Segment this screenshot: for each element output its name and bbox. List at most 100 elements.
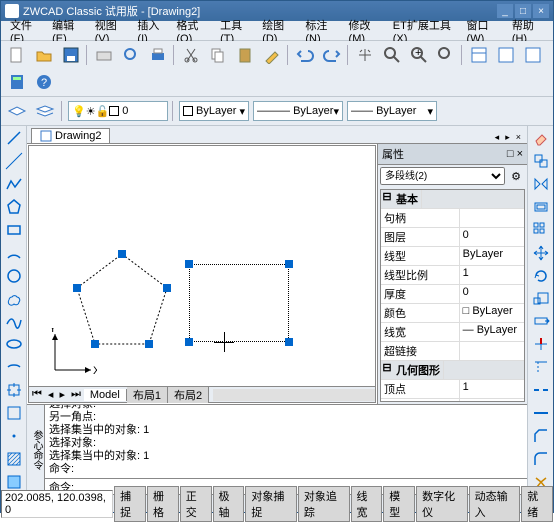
open-icon[interactable] bbox=[32, 43, 56, 67]
prop-row[interactable]: 标高0 bbox=[381, 399, 524, 402]
command-window: 参心命令 需要点或全部(ALL)/增添(A)/除去(R)/前次(P)/上次(L)… bbox=[27, 404, 527, 494]
svg-text:Y: Y bbox=[49, 328, 57, 335]
cut-icon[interactable] bbox=[179, 43, 203, 67]
status-toggle[interactable]: 捕捉 bbox=[114, 486, 146, 522]
scale-icon[interactable] bbox=[530, 288, 552, 309]
stretch-icon[interactable] bbox=[530, 311, 552, 332]
move-icon[interactable] bbox=[530, 242, 552, 263]
tab-close-icon[interactable]: × bbox=[514, 132, 523, 143]
plot-icon[interactable] bbox=[92, 43, 116, 67]
layer1-icon[interactable] bbox=[5, 99, 29, 123]
hatch-icon[interactable] bbox=[3, 448, 25, 469]
trim-icon[interactable] bbox=[530, 334, 552, 355]
help-icon[interactable]: ? bbox=[32, 70, 56, 94]
tab-layout1[interactable]: 布局1 bbox=[127, 387, 168, 403]
paste-icon[interactable] bbox=[233, 43, 257, 67]
join-icon[interactable] bbox=[530, 403, 552, 424]
quickselect-icon[interactable]: ⚙ bbox=[507, 167, 525, 185]
main-toolbar: + ? bbox=[1, 41, 553, 97]
print-icon[interactable] bbox=[146, 43, 170, 67]
status-toggle[interactable]: 模型 bbox=[383, 486, 415, 522]
point-icon[interactable] bbox=[3, 425, 25, 446]
status-toggle[interactable]: 数字化仪 bbox=[416, 486, 468, 522]
layer-toolbar: 💡☀🔓0 ByLayer▾ ——— ByLayer▾ —— ByLayer▾ bbox=[1, 97, 553, 126]
prop-row[interactable]: 颜色□ ByLayer bbox=[381, 304, 524, 323]
tab-right-icon[interactable]: ▸ bbox=[503, 132, 512, 143]
layer-state-combo[interactable]: 💡☀🔓0 bbox=[68, 101, 168, 121]
designcenter-icon[interactable] bbox=[494, 43, 518, 67]
status-toggle[interactable]: 对象捕捉 bbox=[245, 486, 297, 522]
pline-icon[interactable] bbox=[3, 174, 25, 195]
status-toggle[interactable]: 动态输入 bbox=[469, 486, 521, 522]
status-toggle[interactable]: 栅格 bbox=[147, 486, 179, 522]
status-toggle[interactable]: 就绪 bbox=[521, 486, 553, 522]
props-selection-combo[interactable]: 多段线(2) bbox=[380, 167, 505, 185]
prop-row[interactable]: 厚度0 bbox=[381, 285, 524, 304]
hscroll[interactable] bbox=[213, 389, 375, 401]
zoom-icon[interactable] bbox=[380, 43, 404, 67]
status-toggle[interactable]: 线宽 bbox=[351, 486, 383, 522]
line-icon[interactable] bbox=[3, 128, 25, 149]
calc-icon[interactable] bbox=[5, 70, 29, 94]
props-close-icon[interactable]: □ × bbox=[507, 148, 523, 160]
tab-drawing2[interactable]: Drawing2 bbox=[31, 128, 110, 143]
pan-icon[interactable] bbox=[353, 43, 377, 67]
prop-row[interactable]: 图层0 bbox=[381, 228, 524, 247]
tab-model[interactable]: Model bbox=[84, 389, 127, 401]
zoom-window-icon[interactable]: + bbox=[407, 43, 431, 67]
arc-icon[interactable] bbox=[3, 242, 25, 263]
save-icon[interactable] bbox=[59, 43, 83, 67]
ellipse-icon[interactable] bbox=[3, 334, 25, 355]
tab-left-icon[interactable]: ◂ bbox=[493, 132, 502, 143]
mirror-icon[interactable] bbox=[530, 174, 552, 195]
redo-icon[interactable] bbox=[320, 43, 344, 67]
break-icon[interactable] bbox=[530, 380, 552, 401]
status-bar: 202.0085, 120.0398, 0 捕捉栅格正交极轴对象捕捉对象追踪线宽… bbox=[1, 494, 553, 512]
svg-text:+: + bbox=[415, 47, 421, 59]
lineweight-combo[interactable]: —— ByLayer▾ bbox=[347, 101, 437, 121]
command-history[interactable]: 需要点或全部(ALL)/增添(A)/除去(R)/前次(P)/上次(L)/窗口(W… bbox=[45, 405, 527, 478]
rect-icon[interactable] bbox=[3, 220, 25, 241]
toolpal-icon[interactable] bbox=[521, 43, 545, 67]
ellipsearc-icon[interactable] bbox=[3, 357, 25, 378]
block-icon[interactable] bbox=[3, 403, 25, 424]
drawing-canvas[interactable]: YX bbox=[29, 146, 375, 386]
prop-row[interactable]: 线型比例1 bbox=[381, 266, 524, 285]
fillet-icon[interactable] bbox=[530, 448, 552, 469]
preview-icon[interactable] bbox=[119, 43, 143, 67]
rotate-icon[interactable] bbox=[530, 265, 552, 286]
array-icon[interactable] bbox=[530, 220, 552, 241]
status-toggle[interactable]: 极轴 bbox=[213, 486, 245, 522]
offset-icon[interactable] bbox=[530, 197, 552, 218]
tab-layout2[interactable]: 布局2 bbox=[168, 387, 209, 403]
chamfer-icon[interactable] bbox=[530, 425, 552, 446]
prop-row[interactable]: 线型ByLayer bbox=[381, 247, 524, 266]
erase-icon[interactable] bbox=[530, 128, 552, 149]
extend-icon[interactable] bbox=[530, 357, 552, 378]
linetype-combo[interactable]: ——— ByLayer▾ bbox=[253, 101, 343, 121]
prop-row[interactable]: 线宽— ByLayer bbox=[381, 323, 524, 342]
layout-tabs: ⏮◂▸⏭ Model 布局1 布局2 bbox=[29, 386, 375, 402]
new-icon[interactable] bbox=[5, 43, 29, 67]
circle-icon[interactable] bbox=[3, 265, 25, 286]
layer2-icon[interactable] bbox=[33, 99, 57, 123]
copy2-icon[interactable] bbox=[530, 151, 552, 172]
prop-row[interactable]: 超链接 bbox=[381, 342, 524, 361]
spline-icon[interactable] bbox=[3, 311, 25, 332]
copy-icon[interactable] bbox=[206, 43, 230, 67]
undo-icon[interactable] bbox=[293, 43, 317, 67]
status-toggle[interactable]: 正交 bbox=[180, 486, 212, 522]
color-combo[interactable]: ByLayer▾ bbox=[179, 101, 249, 121]
menu-bar: 文件(F)编辑(E)视图(V)插入(I)格式(O)工具(T)绘图(D)标注(N)… bbox=[1, 21, 553, 41]
insert-icon[interactable] bbox=[3, 380, 25, 401]
xline-icon[interactable] bbox=[3, 151, 25, 172]
ucs-icon: YX bbox=[47, 328, 97, 378]
prop-row[interactable]: 句柄 bbox=[381, 209, 524, 228]
status-toggle[interactable]: 对象追踪 bbox=[298, 486, 350, 522]
properties-icon[interactable] bbox=[467, 43, 491, 67]
polygon-icon[interactable] bbox=[3, 197, 25, 218]
prop-row[interactable]: 顶点1 bbox=[381, 380, 524, 399]
matchprop-icon[interactable] bbox=[260, 43, 284, 67]
revcloud-icon[interactable] bbox=[3, 288, 25, 309]
zoom-prev-icon[interactable] bbox=[434, 43, 458, 67]
